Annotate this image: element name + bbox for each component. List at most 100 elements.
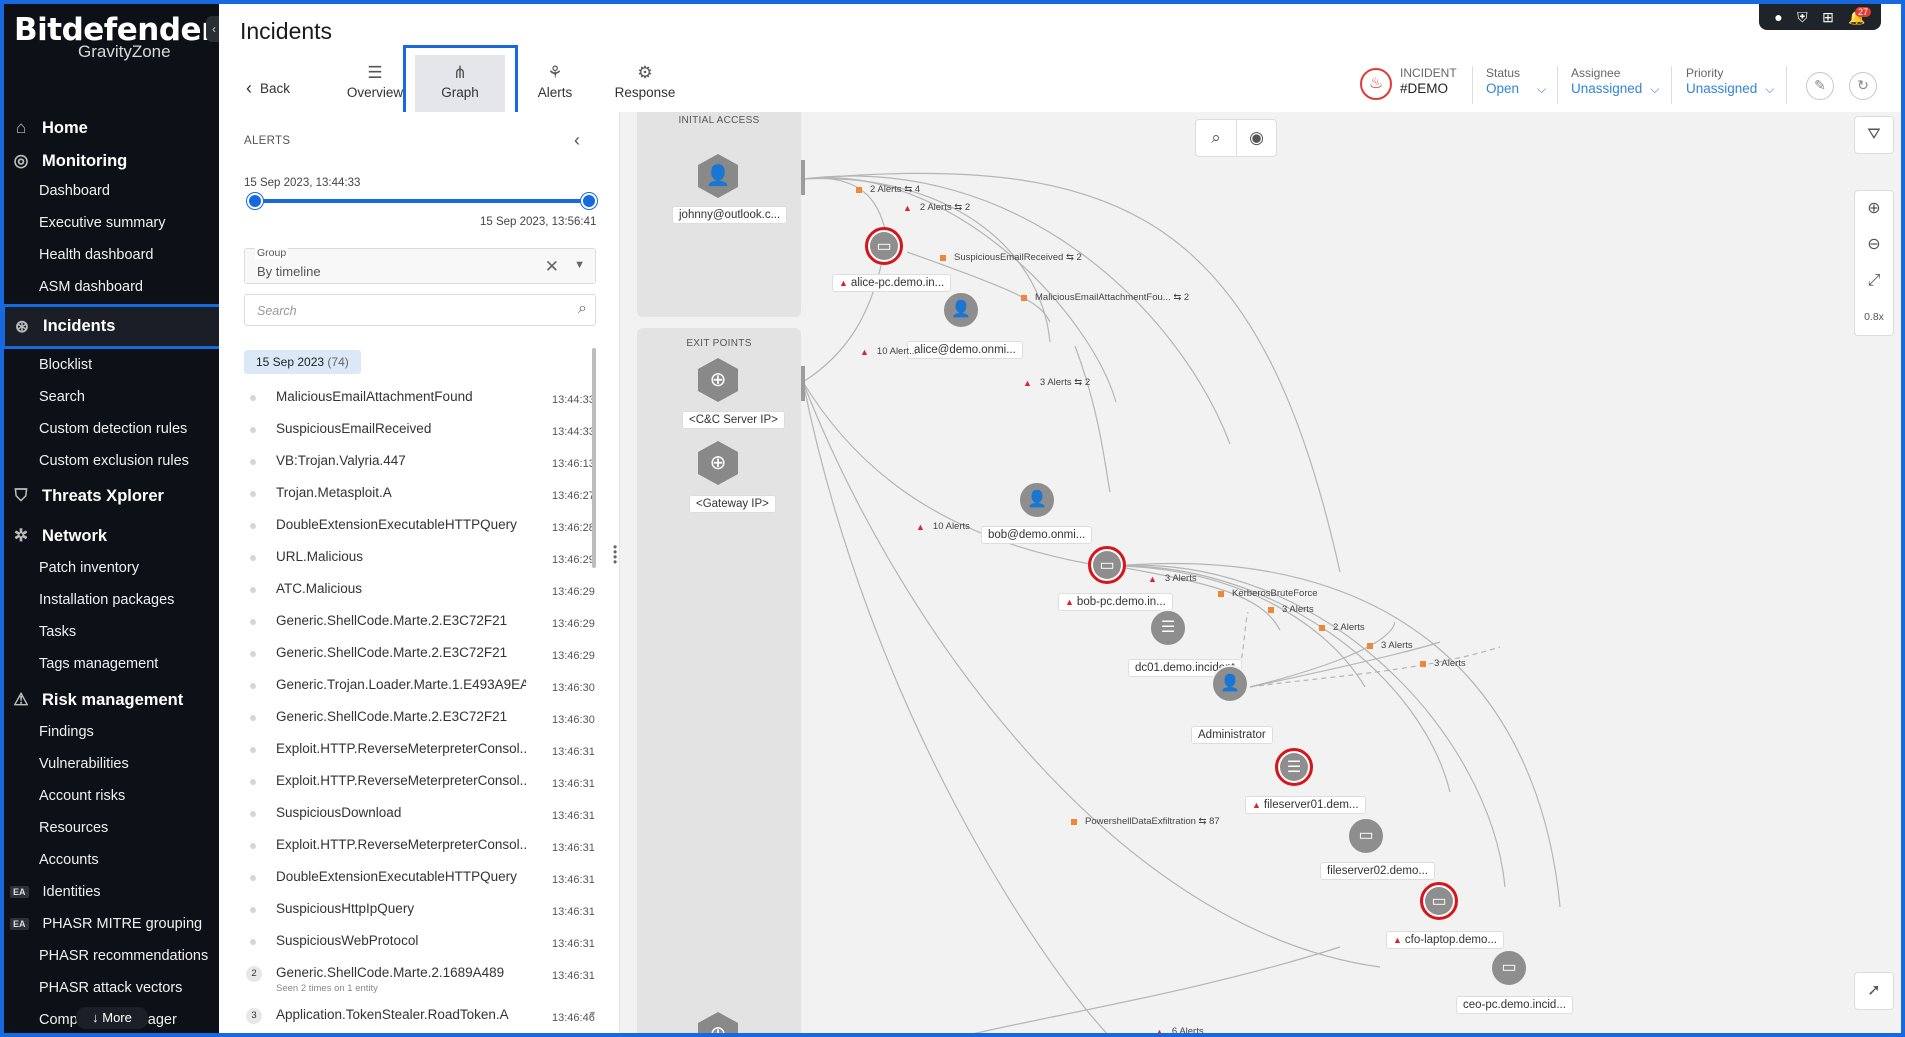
sidebar-item-phasr-attack-vectors[interactable]: PHASR attack vectors [4,972,219,1004]
edge-label[interactable]: ▲ 10 Alert... [860,346,917,357]
computer-icon[interactable]: ▭ [865,227,903,265]
list-item[interactable]: Trojan.Metasploit.A 13:46:27 [244,478,595,510]
group-select[interactable]: Group By timeline ✕ ▼ [244,247,596,284]
refresh-button[interactable]: ↻ [1849,72,1877,100]
list-item[interactable]: VB:Trojan.Valyria.447 13:46:13 [244,446,595,478]
user-icon[interactable]: ● [1774,9,1782,25]
graph-canvas[interactable]: INITIAL ACCESS EXIT POINTS 👤 johnny@outl… [620,112,1905,1037]
collapse-panel-icon[interactable]: ‹ [574,130,580,151]
status-select[interactable]: Status Open ⌵ [1486,66,1546,97]
search-icon[interactable]: ⌕ [1196,120,1236,156]
list-item[interactable]: Generic.ShellCode.Marte.2.E3C72F21 13:46:… [244,606,595,638]
computer-icon[interactable]: ▭ [1490,949,1528,987]
range-start-handle[interactable] [247,193,263,209]
more-button[interactable]: ↓ More [76,1007,148,1029]
edge-label[interactable]: MaliciousEmailAttachmentFou... ⇆ 2 [1021,292,1189,303]
search-icon[interactable]: ⌕ [578,300,587,318]
back-button[interactable]: ‹ Back [246,73,290,103]
list-item[interactable]: 2 Generic.ShellCode.Marte.2.1689A489 13:46… [244,958,595,1000]
zoom-in-icon[interactable]: ⊕ [1855,191,1893,227]
edit-note-button[interactable]: ✎ [1806,72,1834,100]
sidebar-item-resources[interactable]: Resources [4,812,219,844]
eye-icon[interactable]: ◉ [1235,120,1276,156]
chevron-down-icon[interactable]: ▼ [574,259,585,271]
clear-icon[interactable]: ✕ [545,257,559,277]
edge-label[interactable]: ▲ 6 Alerts [1155,1026,1204,1037]
sidebar-item-tags-management[interactable]: Tags management [4,648,219,680]
node-label-alice-pc[interactable]: ▲ alice-pc.demo.in... [832,274,952,292]
list-item[interactable]: Exploit.HTTP.ReverseMeterpreterConsol...… [244,734,595,766]
list-item[interactable]: SuspiciousEmailReceived 13:44:33 [244,414,595,446]
edge-label[interactable]: PowershellDataExfiltration ⇆ 87 [1071,816,1220,827]
filter-button[interactable]: ⛛ [1854,116,1894,154]
list-item[interactable]: Exploit.HTTP.ReverseMeterpreterConsol...… [244,766,595,798]
search-input[interactable]: Search ⌕ [244,294,596,326]
edge-label[interactable]: SuspiciousEmailReceived ⇆ 2 [940,252,1082,263]
sidebar-item-incidents[interactable]: ⊛ Incidents [4,304,219,349]
shield-icon[interactable]: ⛨ [1797,9,1808,26]
sidebar-item-account-risks[interactable]: Account risks [4,780,219,812]
edge-label[interactable]: ▲ 3 Alerts [1148,573,1197,584]
node-label-administrator[interactable]: Administrator [1191,726,1273,744]
edge-label[interactable]: 3 Alerts [1420,658,1466,669]
lane-scrollbar[interactable] [801,366,805,401]
list-item[interactable]: Exploit.HTTP.ReverseMeterpreterConsol...… [244,830,595,862]
server-icon[interactable]: ☰ [1275,748,1313,786]
sidebar-item-identities[interactable]: EA Identities [4,876,219,908]
list-item[interactable]: Generic.ShellCode.Marte.2.E3C72F21 13:46:… [244,702,595,734]
sidebar-item-tasks[interactable]: Tasks [4,616,219,648]
list-item[interactable]: Generic.ShellCode.Marte.2.E3C72F21 13:46:… [244,638,595,670]
date-group-chip[interactable]: 15 Sep 2023 (74) [244,350,361,374]
edge-label[interactable]: 2 Alerts [1319,622,1365,633]
chevron-left-icon[interactable]: ‹ [206,16,219,42]
sidebar-item-home[interactable]: ⌂ Home [4,112,219,144]
list-item[interactable]: MaliciousEmailAttachmentFound 13:44:33 [244,382,595,414]
list-item[interactable]: DoubleExtensionExecutableHTTPQuery 13:46:… [244,510,595,542]
node-label-alice[interactable]: alice@demo.onmi... [907,341,1023,359]
list-item[interactable]: URL.Malicious 13:46:29 [244,542,595,574]
list-item[interactable]: SuspiciousDownload 13:46:31 [244,798,595,830]
sidebar-item-custom-exclusion-rules[interactable]: Custom exclusion rules [4,445,219,477]
list-item[interactable]: 3 Application.TokenStealer.RoadToken.A 13:… [244,1000,595,1032]
node-label-bob[interactable]: bob@demo.onmi... [981,526,1093,544]
sidebar-item-blocklist[interactable]: Blocklist [4,349,219,381]
node-label-johnny[interactable]: johnny@outlook.c... [672,206,788,224]
sidebar-item-executive-summary[interactable]: Executive summary [4,207,219,239]
edge-label[interactable]: 3 Alerts [1268,604,1314,615]
sidebar-item-asm-dashboard[interactable]: ASM dashboard [4,271,219,303]
node-label-ceo-pc[interactable]: ceo-pc.demo.incid... [1456,996,1573,1014]
list-item[interactable]: SuspiciousWebProtocol 13:46:31 [244,926,595,958]
zoom-out-icon[interactable]: ⊖ [1855,227,1893,263]
sidebar-item-custom-detection-rules[interactable]: Custom detection rules [4,413,219,445]
gift-icon[interactable]: ⊞ [1822,9,1834,26]
scroll-down-icon[interactable]: ▼ [588,1009,597,1019]
admin-icon[interactable]: 👤 [1211,665,1249,703]
sidebar-item-installation-packages[interactable]: Installation packages [4,584,219,616]
list-item[interactable]: ATC.Malicious 13:46:29 [244,574,595,606]
computer-icon[interactable]: ▭ [1088,546,1126,584]
computer-icon[interactable]: ▭ [1347,817,1385,855]
sidebar-item-threats-xplorer[interactable]: ⛉ Threats Xplorer [4,480,219,512]
sidebar-item-monitoring[interactable]: ◎ Monitoring [4,145,219,177]
fit-screen-icon[interactable]: ⤢ [1855,263,1893,299]
sidebar-item-patch-inventory[interactable]: Patch inventory [4,552,219,584]
sidebar-item-dashboard[interactable]: Dashboard [4,175,219,207]
edge-label[interactable]: 3 Alerts [1367,640,1413,651]
sidebar-item-phasr-recommendations[interactable]: PHASR recommendations [4,940,219,972]
sidebar-item-vulnerabilities[interactable]: Vulnerabilities [4,748,219,780]
tab-response[interactable]: ⚙ Response [600,55,690,115]
user-icon[interactable]: 👤 [1018,481,1056,519]
sidebar-item-phasr-mitre-grouping[interactable]: EA PHASR MITRE grouping [4,908,219,940]
edge-label[interactable]: 2 Alerts ⇆ 4 [856,184,920,195]
list-item[interactable]: Generic.Trojan.Loader.Marte.1.E493A9EA 13… [244,670,595,702]
node-label-fileserver01[interactable]: ▲ fileserver01.dem... [1245,796,1366,814]
feedback-button[interactable]: ➚ [1854,972,1894,1010]
edge-label[interactable]: KerberosBruteForce [1218,588,1318,599]
sidebar-item-risk-management[interactable]: ⚠ Risk management [4,684,219,716]
edge-label[interactable]: ▲ 2 Alerts ⇆ 2 [903,202,970,213]
lane-scrollbar[interactable] [801,160,805,195]
sidebar-item-findings[interactable]: Findings [4,716,219,748]
time-range-slider[interactable] [255,199,590,203]
edge-label[interactable]: ▲ 10 Alerts [916,521,970,532]
sidebar-item-accounts[interactable]: Accounts [4,844,219,876]
